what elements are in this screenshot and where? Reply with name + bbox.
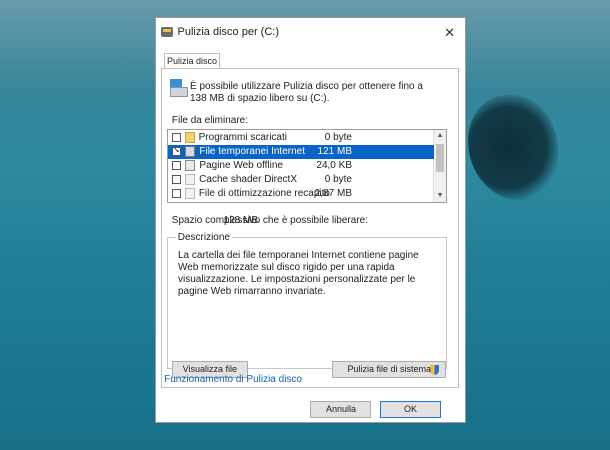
ok-button[interactable]: OK xyxy=(380,401,441,418)
folder-icon xyxy=(185,132,195,143)
list-item[interactable]: Pagine Web offline 24,0 KB xyxy=(168,159,434,173)
web-page-icon xyxy=(185,160,195,171)
disk-cleanup-dialog: Pulizia disco per (C:) ✕ Pulizia disco È… xyxy=(155,17,466,423)
description-group: Descrizione La cartella dei file tempora… xyxy=(167,232,447,369)
scroll-thumb[interactable] xyxy=(436,144,444,172)
file-name-text: Cache shader DirectX xyxy=(199,174,297,185)
list-item[interactable]: Cache shader DirectX 0 byte xyxy=(168,173,434,187)
file-name: File di ottimizzazione recapito xyxy=(199,188,330,199)
files-list[interactable]: ▲ ▼ Programmi scaricati 0 byte File temp… xyxy=(167,129,447,203)
how-it-works-text: Funzionamento di Pulizia disco xyxy=(164,374,302,385)
checkbox-checked[interactable] xyxy=(172,147,181,156)
description-text-content: La cartella dei file temporanei Internet… xyxy=(178,250,419,297)
files-label-text: File da eliminare: xyxy=(172,115,249,126)
tab-panel: È possibile utilizzare Pulizia disco per… xyxy=(161,68,459,388)
file-name: File temporanei Internet xyxy=(199,146,305,157)
list-item[interactable]: Programmi scaricati 0 byte xyxy=(168,131,434,145)
tab-pulizia-disco[interactable]: Pulizia disco xyxy=(164,53,220,69)
system-files-cleanup-button[interactable]: Pulizia file di sistema xyxy=(332,361,446,378)
total-space-label: Spazio complessivo che è possibile liber… xyxy=(172,215,368,226)
file-name-text: File temporanei Internet xyxy=(199,146,305,157)
tab-label: Pulizia disco xyxy=(166,56,218,66)
file-name-text: Programmi scaricati xyxy=(199,132,288,143)
blank-file-icon xyxy=(185,174,195,185)
checkbox[interactable] xyxy=(172,175,181,184)
file-size-text: 0 byte xyxy=(324,174,352,185)
file-size: 24,0 KB xyxy=(316,160,352,171)
close-button[interactable]: ✕ xyxy=(441,24,459,42)
file-size-text: 0 byte xyxy=(324,132,352,143)
window-title: Pulizia disco per (C:) xyxy=(178,26,280,38)
uac-shield-icon xyxy=(430,365,439,375)
disk-cleanup-app-icon xyxy=(161,27,173,37)
total-value-text: 128 MB xyxy=(223,215,258,226)
system-files-button-label: Pulizia file di sistema xyxy=(347,364,431,374)
title-bar: Pulizia disco per (C:) ✕ xyxy=(156,18,465,48)
list-item[interactable]: File di ottimizzazione recapito 2,87 MB xyxy=(168,187,434,201)
files-to-delete-label: File da eliminare: xyxy=(172,115,248,126)
swimmer-silhouette xyxy=(468,95,558,200)
file-name-text: Pagine Web offline xyxy=(199,160,283,171)
scroll-down-arrow-icon[interactable]: ▼ xyxy=(434,190,446,202)
file-size: 0 byte xyxy=(325,174,352,185)
ok-button-label: OK xyxy=(404,404,418,414)
checkbox[interactable] xyxy=(172,189,181,198)
list-scrollbar[interactable]: ▲ ▼ xyxy=(433,130,446,202)
file-size-text: 121 MB xyxy=(317,146,352,157)
file-size-text: 24,0 KB xyxy=(316,160,352,171)
file-name: Programmi scaricati xyxy=(199,132,287,143)
file-size-text: 2,87 MB xyxy=(314,188,352,199)
file-size: 121 MB xyxy=(318,146,352,157)
file-size: 0 byte xyxy=(325,132,352,143)
file-name-text: File di ottimizzazione recapito xyxy=(199,188,331,199)
scroll-up-arrow-icon[interactable]: ▲ xyxy=(434,130,446,142)
total-space-value: 128 MB xyxy=(224,215,258,226)
close-icon: ✕ xyxy=(444,25,456,40)
blank-file-icon xyxy=(185,188,195,199)
list-item-selected[interactable]: File temporanei Internet 121 MB xyxy=(168,145,434,159)
total-label-text: Spazio complessivo che è possibile liber… xyxy=(172,215,369,226)
checkbox[interactable] xyxy=(172,133,181,142)
file-size: 2,87 MB xyxy=(315,188,352,199)
file-name: Pagine Web offline xyxy=(199,160,283,171)
file-name: Cache shader DirectX xyxy=(199,174,297,185)
checkbox[interactable] xyxy=(172,161,181,170)
lock-icon xyxy=(185,146,195,157)
description-text: La cartella dei file temporanei Internet… xyxy=(178,250,436,298)
how-disk-cleanup-works-link[interactable]: Funzionamento di Pulizia disco xyxy=(164,374,302,385)
description-legend-text: Descrizione xyxy=(178,232,231,243)
cancel-button-label: Annulla xyxy=(325,404,356,414)
cancel-button[interactable]: Annulla xyxy=(310,401,371,418)
drive-icon xyxy=(168,79,188,97)
intro-text-content: È possibile utilizzare Pulizia disco per… xyxy=(190,81,423,104)
description-legend: Descrizione xyxy=(176,232,233,243)
intro-text: È possibile utilizzare Pulizia disco per… xyxy=(190,81,425,105)
